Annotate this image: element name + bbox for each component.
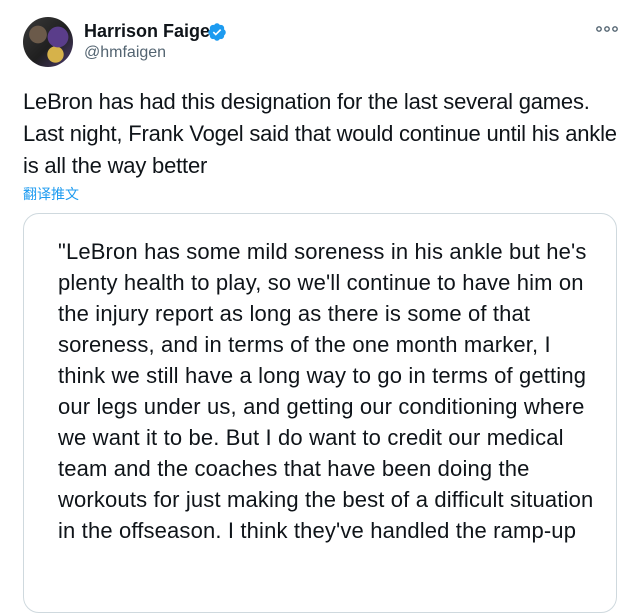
- avatar[interactable]: [23, 17, 73, 67]
- author-handle[interactable]: @hmfaigen: [84, 44, 166, 62]
- tweet-text: LeBron has had this designation for the …: [23, 89, 617, 178]
- author-name[interactable]: Harrison Faigen: [84, 21, 221, 42]
- verified-badge-icon: [208, 23, 226, 41]
- quote-text: "LeBron has some mild soreness in his an…: [58, 239, 594, 543]
- translate-tweet-link[interactable]: 翻译推文: [23, 184, 79, 204]
- more-options-icon[interactable]: [595, 22, 619, 36]
